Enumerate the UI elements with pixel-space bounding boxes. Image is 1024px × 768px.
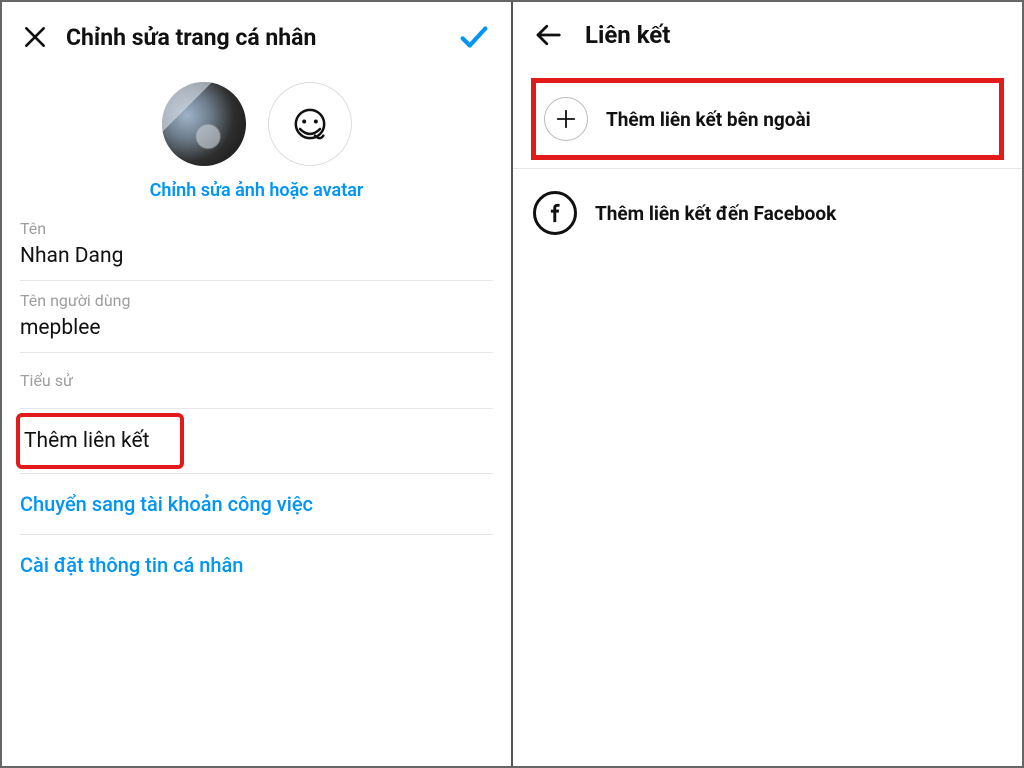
username-field[interactable]: mepblee: [20, 310, 493, 353]
switch-business-account-link[interactable]: Chuyển sang tài khoản công việc: [20, 474, 493, 535]
avatar-button[interactable]: [268, 82, 352, 166]
name-field[interactable]: Nhan Dang: [20, 238, 493, 281]
add-link-row[interactable]: Thêm liên kết: [24, 429, 176, 453]
links-header: Liên kết: [513, 2, 1022, 68]
add-external-link-label: Thêm liên kết bên ngoài: [606, 108, 811, 131]
section-divider: [513, 168, 1022, 169]
edit-profile-header: Chỉnh sửa trang cá nhân: [2, 2, 511, 72]
links-panel: Liên kết Thêm liên kết bên ngoài Thêm li…: [513, 2, 1022, 766]
add-facebook-link-label: Thêm liên kết đến Facebook: [595, 202, 836, 225]
name-label: Tên: [20, 219, 493, 238]
add-facebook-link-row[interactable]: Thêm liên kết đến Facebook: [513, 175, 1022, 251]
add-external-link-row[interactable]: Thêm liên kết bên ngoài: [536, 83, 999, 155]
back-arrow-icon[interactable]: [533, 20, 563, 50]
plus-icon: [544, 97, 588, 141]
personal-info-settings-link[interactable]: Cài đặt thông tin cá nhân: [20, 535, 493, 595]
avatar-row: [2, 82, 511, 166]
bio-field[interactable]: [20, 390, 493, 409]
close-icon[interactable]: [22, 24, 48, 50]
facebook-icon: [533, 191, 577, 235]
add-link-highlight: Thêm liên kết: [16, 413, 184, 469]
confirm-check-icon[interactable]: [457, 20, 491, 54]
edit-profile-panel: Chỉnh sửa trang cá nhân Chỉnh sửa ảnh ho…: [2, 2, 511, 766]
edit-photo-link[interactable]: Chỉnh sửa ảnh hoặc avatar: [2, 180, 511, 201]
bio-label: Tiểu sử: [20, 371, 493, 390]
add-external-link-highlight: Thêm liên kết bên ngoài: [531, 78, 1004, 160]
page-title: Chỉnh sửa trang cá nhân: [66, 24, 439, 51]
links-page-title: Liên kết: [585, 21, 670, 49]
profile-picture[interactable]: [162, 82, 246, 166]
username-label: Tên người dùng: [20, 291, 493, 310]
